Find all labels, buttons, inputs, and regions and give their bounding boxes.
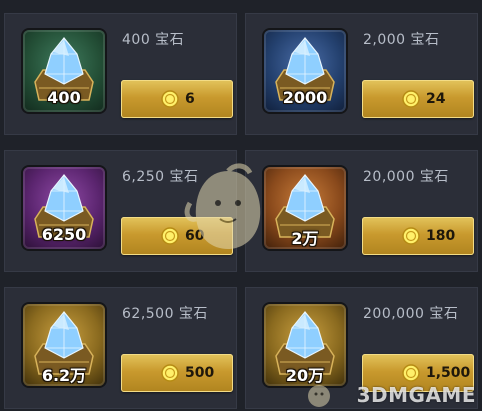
thumbnail-amount-label: 2万 [291, 229, 319, 248]
thumbnail-amount-label: 20万 [285, 366, 325, 385]
gem-pack-thumbnail: 20万 [264, 304, 346, 386]
gem-pack-thumbnail: 400 [23, 30, 105, 112]
watermark-text: 3DMGAME [356, 383, 476, 407]
price-label: 24 [426, 91, 446, 107]
gem-pack-thumbnail: 2000 [264, 30, 346, 112]
thumbnail-amount-label: 6.2万 [41, 366, 87, 385]
coin-icon [402, 364, 420, 382]
coin-icon [402, 227, 420, 245]
coin-icon [161, 227, 179, 245]
gem-pack-thumbnail: 6250 [23, 167, 105, 249]
coin-icon [161, 364, 179, 382]
gem-pack-card-2000[interactable]: 2000 2,000 宝石 24 [245, 13, 478, 135]
gem-pack-card-400[interactable]: 400 400 宝石 6 [4, 13, 237, 135]
thumbnail-amount-label: 6250 [41, 225, 87, 244]
coin-icon [161, 90, 179, 108]
price-label: 500 [185, 365, 215, 381]
watermark-mascot-icon [184, 163, 261, 249]
gem-amount-label: 62,500 宝石 [122, 306, 208, 322]
thumbnail-amount-label: 400 [47, 88, 81, 107]
price-label: 180 [426, 228, 456, 244]
price-label: 1,500 [426, 365, 471, 381]
thumbnail-amount-label: 2000 [282, 88, 328, 107]
gem-pack-thumbnail: 6.2万 [23, 304, 105, 386]
buy-button[interactable]: 24 [362, 80, 474, 118]
buy-button[interactable]: 180 [362, 217, 474, 255]
buy-button[interactable]: 6 [121, 80, 233, 118]
price-label: 6 [185, 91, 195, 107]
buy-button[interactable]: 500 [121, 354, 233, 392]
gem-pack-card-20000[interactable]: 2万 20,000 宝石 180 [245, 150, 478, 272]
gem-amount-label: 20,000 宝石 [363, 169, 449, 185]
gem-pack-thumbnail: 2万 [264, 167, 346, 249]
watermark-logo-icon [308, 385, 330, 407]
gem-amount-label: 200,000 宝石 [363, 306, 459, 322]
gem-amount-label: 400 宝石 [122, 32, 185, 48]
gem-pack-card-62500[interactable]: 6.2万 62,500 宝石 500 [4, 287, 237, 409]
coin-icon [402, 90, 420, 108]
gem-amount-label: 2,000 宝石 [363, 32, 440, 48]
